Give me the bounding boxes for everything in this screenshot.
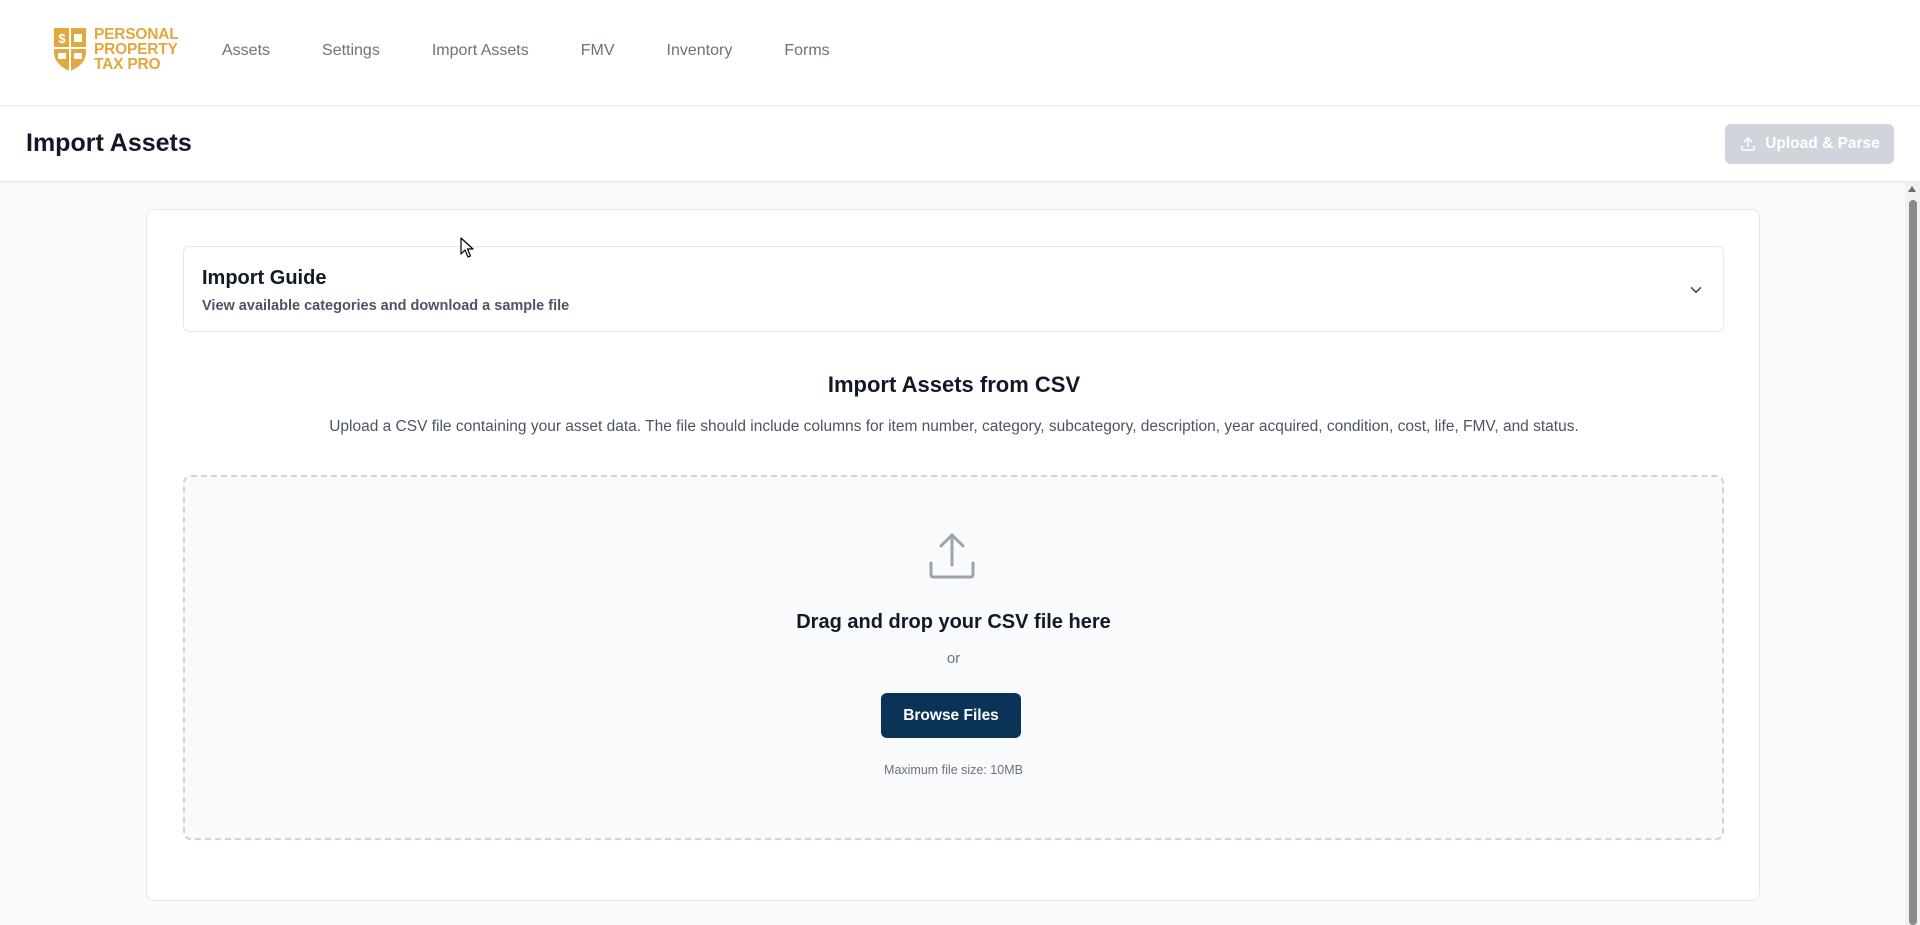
nav-item-fmv[interactable]: FMV xyxy=(581,42,615,60)
upload-parse-button[interactable]: Upload & Parse xyxy=(1725,124,1894,164)
upload-parse-label: Upload & Parse xyxy=(1765,135,1880,152)
nav-item-inventory[interactable]: Inventory xyxy=(667,42,733,60)
dropzone-title: Drag and drop your CSV file here xyxy=(796,611,1111,633)
scrollbar-thumb[interactable] xyxy=(1909,200,1917,925)
nav-item-import-assets[interactable]: Import Assets xyxy=(432,42,529,60)
shield-logo-icon: $ xyxy=(54,28,86,71)
scroll-up-arrow-icon[interactable] xyxy=(1908,186,1916,192)
import-csv-title: Import Assets from CSV xyxy=(827,372,1081,397)
mouse-cursor-icon xyxy=(460,237,474,258)
nav-item-settings[interactable]: Settings xyxy=(322,42,380,60)
brand-wordmark: PERSONAL PROPERTY TAX PRO xyxy=(94,25,179,73)
import-guide-accordion[interactable]: Import Guide View available categories a… xyxy=(183,246,1724,332)
csv-dropzone[interactable]: Drag and drop your CSV file here or Brow… xyxy=(183,475,1724,840)
import-guide-subtitle: View available categories and download a… xyxy=(202,298,570,314)
brand-line-1: PERSONAL xyxy=(94,25,179,43)
nav-item-assets[interactable]: Assets xyxy=(222,42,270,60)
brand-line-3: TAX PRO xyxy=(94,55,161,73)
page-header: Import Assets Upload & Parse xyxy=(0,107,1920,182)
page-title: Import Assets xyxy=(26,129,192,157)
brand-line-2: PROPERTY xyxy=(94,40,178,58)
top-navbar: $ PERSONAL PROPERTY TAX PRO Assets Setti… xyxy=(0,0,1920,106)
dropzone-or-text: or xyxy=(946,650,961,667)
svg-text:$: $ xyxy=(58,31,66,46)
nav-item-forms[interactable]: Forms xyxy=(784,42,829,60)
brand-logo[interactable]: $ PERSONAL PROPERTY TAX PRO xyxy=(52,26,179,72)
vertical-scrollbar[interactable] xyxy=(1905,182,1920,925)
max-file-size-note: Maximum file size: 10MB xyxy=(884,763,1023,777)
browse-files-button[interactable]: Browse Files xyxy=(881,693,1021,738)
import-guide-title: Import Guide xyxy=(202,267,327,289)
upload-icon xyxy=(929,533,975,579)
chevron-down-icon[interactable] xyxy=(1687,281,1705,299)
import-csv-description: Upload a CSV file containing your asset … xyxy=(329,418,1579,435)
import-card: Import Guide View available categories a… xyxy=(146,209,1760,901)
nav-links: Assets Settings Import Assets FMV Invent… xyxy=(222,42,882,60)
upload-icon xyxy=(1741,137,1755,151)
